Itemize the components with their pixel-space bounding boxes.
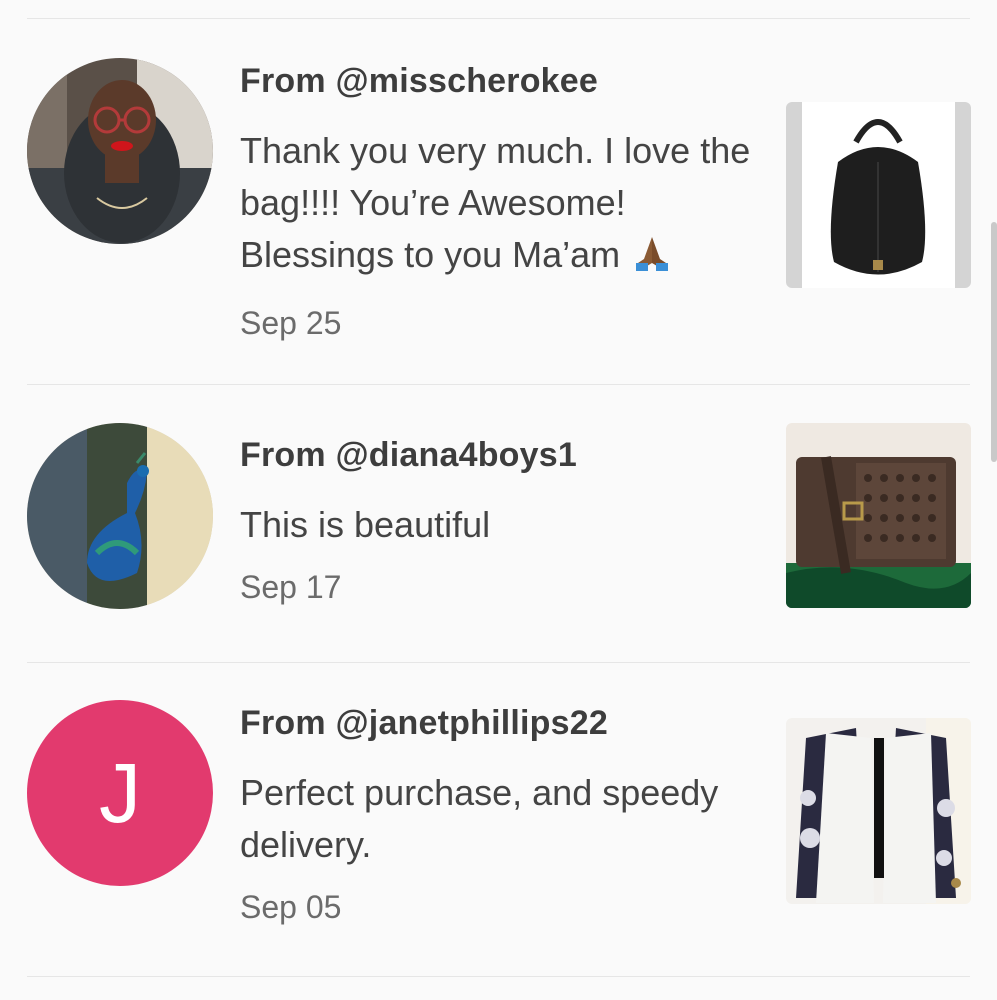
row-divider bbox=[27, 384, 970, 385]
review-date: Sep 25 bbox=[240, 305, 342, 341]
reviewer-handle[interactable]: From @misscherokee bbox=[240, 62, 760, 101]
review-message-text: Thank you very much. I love the bag!!!! … bbox=[240, 130, 751, 275]
product-thumbnail[interactable] bbox=[786, 102, 971, 288]
reviewer-avatar[interactable] bbox=[27, 423, 213, 609]
reviewer-handle[interactable]: From @janetphillips22 bbox=[240, 704, 760, 743]
avatar-letter: J bbox=[99, 745, 141, 840]
scrollbar[interactable] bbox=[991, 222, 997, 462]
reviewer-handle[interactable]: From @diana4boys1 bbox=[240, 436, 760, 475]
product-thumbnail[interactable] bbox=[786, 718, 971, 904]
review-message: Perfect purchase, and speedy delivery. bbox=[240, 772, 719, 865]
folded-hands-icon bbox=[632, 233, 672, 287]
review-date: Sep 05 bbox=[240, 889, 342, 925]
top-divider bbox=[27, 18, 970, 19]
bottom-divider bbox=[27, 976, 970, 977]
review-message: This is beautiful bbox=[240, 504, 491, 545]
reviewer-avatar[interactable]: J bbox=[27, 700, 213, 886]
row-divider bbox=[27, 662, 970, 663]
product-thumbnail[interactable] bbox=[786, 423, 971, 608]
review-date: Sep 17 bbox=[240, 569, 342, 605]
reviewer-avatar[interactable] bbox=[27, 58, 213, 244]
review-message: Thank you very much. I love the bag!!!! … bbox=[240, 125, 760, 287]
